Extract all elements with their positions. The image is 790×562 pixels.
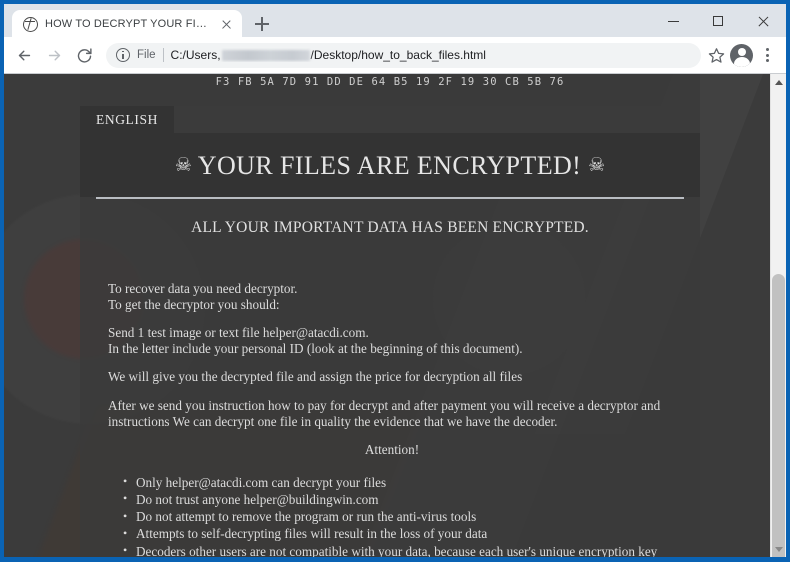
maximize-button[interactable] — [696, 5, 741, 36]
minimize-button[interactable] — [651, 5, 696, 36]
scheme-label: File — [137, 49, 156, 61]
close-tab-icon[interactable] — [219, 17, 234, 32]
browser-tab[interactable]: HOW TO DECRYPT YOUR FILES — [12, 10, 242, 38]
line-recover-1: To recover data you need decryptor. — [108, 281, 298, 296]
line-price: We will give you the decrypted file and … — [108, 369, 523, 385]
window-controls — [651, 4, 786, 37]
page-scrollbar[interactable] — [770, 74, 786, 557]
reload-button[interactable] — [70, 41, 99, 70]
close-window-button[interactable] — [741, 5, 786, 36]
page-title: ☠ YOUR FILES ARE ENCRYPTED! ☠ — [80, 151, 700, 181]
chevron-up-icon — [774, 79, 783, 85]
globe-icon — [23, 16, 38, 32]
instructions-body: To recover data you need decryptor. To g… — [80, 281, 700, 458]
arrow-right-icon — [48, 50, 61, 60]
forward-button[interactable] — [40, 41, 69, 70]
chrome-menu-icon[interactable] — [756, 42, 778, 68]
url-prefix: C:/Users, — [170, 48, 221, 62]
line-recover-2: To get the decryptor you should: — [108, 296, 280, 312]
tab-strip: HOW TO DECRYPT YOUR FILES — [4, 4, 786, 38]
note-header: ☠ YOUR FILES ARE ENCRYPTED! ☠ — [80, 133, 700, 197]
ransom-note-page: F3 FB 5A 7D 91 DD DE 64 B5 19 2F 19 30 C… — [4, 74, 770, 557]
personal-id-hex: F3 FB 5A 7D 91 DD DE 64 B5 19 2F 19 30 C… — [215, 76, 565, 88]
browser-window: HOW TO DECRYPT YOUR FILES File C:/Users,… — [0, 0, 790, 562]
list-item: Attempts to self-decrypting files will r… — [123, 526, 700, 542]
redacted-username — [221, 49, 310, 61]
line-contact-2: In the letter include your personal ID (… — [108, 340, 523, 356]
scrollbar-thumb[interactable] — [772, 274, 785, 557]
paragraph-recover: To recover data you need decryptor. To g… — [108, 281, 676, 312]
url-suffix: /Desktop/how_to_back_files.html — [310, 48, 486, 62]
line-contact-1: Send 1 test image or text file helper@at… — [108, 325, 369, 341]
warnings-list: Only helper@atacdi.com can decrypt your … — [80, 474, 700, 557]
reload-icon — [77, 47, 92, 63]
list-item: Only helper@atacdi.com can decrypt your … — [123, 474, 700, 491]
paragraph-price: We will give you the decrypted file and … — [108, 369, 676, 385]
chevron-down-icon — [774, 546, 783, 552]
scroll-up-button[interactable] — [771, 74, 786, 90]
list-item: Do not attempt to remove the program or … — [123, 509, 700, 525]
omnibox-divider — [162, 48, 164, 62]
scroll-down-button[interactable] — [771, 541, 786, 557]
paragraph-contact: Send 1 test image or text file helper@at… — [108, 325, 676, 356]
language-bar-filler — [173, 106, 700, 133]
note-content: F3 FB 5A 7D 91 DD DE 64 B5 19 2F 19 30 C… — [80, 74, 700, 557]
url-text: C:/Users, /Desktop/how_to_back_files.html — [171, 48, 486, 62]
paragraph-payment: After we send you instruction how to pay… — [108, 397, 661, 429]
skull-icon-left: ☠ — [174, 155, 192, 176]
info-circle-icon[interactable] — [116, 48, 130, 62]
back-button[interactable] — [10, 41, 39, 70]
tab-title: HOW TO DECRYPT YOUR FILES — [45, 18, 212, 30]
chrome-browser: HOW TO DECRYPT YOUR FILES File C:/Users,… — [4, 4, 786, 557]
new-tab-button[interactable] — [249, 11, 275, 37]
browser-toolbar: File C:/Users, /Desktop/how_to_back_files… — [4, 37, 786, 74]
attention-label: Attention! — [364, 442, 420, 458]
arrow-left-icon — [18, 50, 31, 60]
language-bar: ENGLISH — [80, 106, 700, 133]
list-item: Do not trust anyone helper@buildingwin.c… — [123, 491, 700, 508]
tab-english[interactable]: ENGLISH — [80, 106, 174, 133]
profile-avatar-icon[interactable] — [730, 43, 753, 67]
address-bar[interactable]: File C:/Users, /Desktop/how_to_back_files… — [106, 42, 701, 68]
list-item: Decoders other users are not compatible … — [123, 543, 700, 557]
page-viewport: F3 FB 5A 7D 91 DD DE 64 B5 19 2F 19 30 C… — [4, 74, 786, 557]
skull-icon-right: ☠ — [588, 155, 606, 176]
page-subtitle: ALL YOUR IMPORTANT DATA HAS BEEN ENCRYPT… — [191, 219, 589, 236]
page-title-text: YOUR FILES ARE ENCRYPTED! — [197, 151, 582, 180]
bookmark-star-icon[interactable] — [708, 47, 725, 64]
